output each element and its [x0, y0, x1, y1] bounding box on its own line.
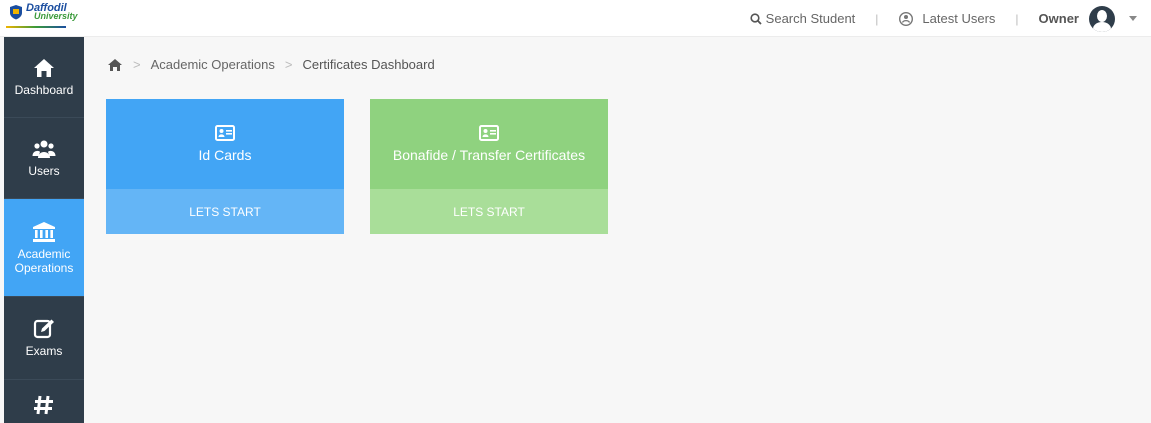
card-title: Bonafide / Transfer Certificates	[392, 147, 586, 163]
search-student-label: Search Student	[765, 11, 856, 26]
sidebar-item-dashboard[interactable]: Dashboard	[4, 37, 84, 118]
id-card-icon	[479, 125, 499, 141]
id-card-icon	[215, 125, 235, 141]
sidebar-item-users[interactable]: Users	[4, 118, 84, 199]
users-icon	[32, 140, 56, 158]
sidebar-item-label: Academic Operations	[14, 246, 74, 275]
owner-menu[interactable]: Owner	[1038, 5, 1137, 32]
university-logo[interactable]: Daffodil University	[4, 2, 84, 34]
clock-user-icon	[899, 11, 914, 26]
university-emblem-icon	[10, 5, 22, 20]
latest-users-label: Latest Users	[922, 11, 996, 26]
sidebar-item-hash[interactable]	[4, 380, 84, 423]
logo-tagline-bar	[6, 26, 66, 28]
chevron-down-icon[interactable]	[1129, 16, 1137, 21]
logo-text-line2: University	[34, 11, 78, 21]
sidebar: Dashboard Users Academic Operations Exam…	[4, 37, 84, 423]
breadcrumb-separator: >	[133, 57, 141, 72]
avatar[interactable]	[1089, 5, 1115, 32]
card-title: Id Cards	[198, 147, 252, 163]
sidebar-item-exams[interactable]: Exams	[4, 297, 84, 380]
lets-start-button[interactable]: LETS START	[370, 189, 608, 234]
separator: |	[1015, 11, 1019, 26]
breadcrumb-separator: >	[284, 57, 293, 72]
search-student-link[interactable]: Search Student	[750, 11, 856, 26]
breadcrumb-item-certificates-dashboard: Certificates Dashboard	[302, 57, 435, 72]
latest-users-link[interactable]: Latest Users	[898, 11, 995, 27]
sidebar-item-label: Dashboard	[14, 83, 74, 97]
sidebar-item-label: Users	[28, 164, 60, 178]
hash-icon	[34, 395, 53, 415]
sidebar-item-academic-operations[interactable]: Academic Operations	[4, 199, 84, 297]
top-right-menu: Search Student | Latest Users | Owner	[750, 0, 1137, 37]
breadcrumb: > Academic Operations > Certificates Das…	[107, 57, 435, 72]
card-header[interactable]: Bonafide / Transfer Certificates	[370, 99, 608, 189]
owner-label: Owner	[1038, 11, 1079, 26]
lets-start-button[interactable]: LETS START	[106, 189, 344, 234]
top-bar: Daffodil University Search Student | Lat…	[0, 0, 1151, 37]
id-cards-card[interactable]: Id Cards LETS START	[106, 99, 344, 234]
home-icon	[34, 59, 54, 77]
breadcrumb-item-academic-operations[interactable]: Academic Operations	[151, 57, 275, 72]
search-icon	[750, 12, 762, 25]
bank-icon	[33, 221, 55, 242]
edit-icon	[33, 319, 54, 339]
sidebar-item-label: Exams	[25, 344, 63, 358]
bonafide-transfer-card[interactable]: Bonafide / Transfer Certificates LETS ST…	[370, 99, 608, 234]
home-icon[interactable]	[107, 58, 123, 72]
card-header[interactable]: Id Cards	[106, 99, 344, 189]
separator: |	[875, 11, 879, 26]
